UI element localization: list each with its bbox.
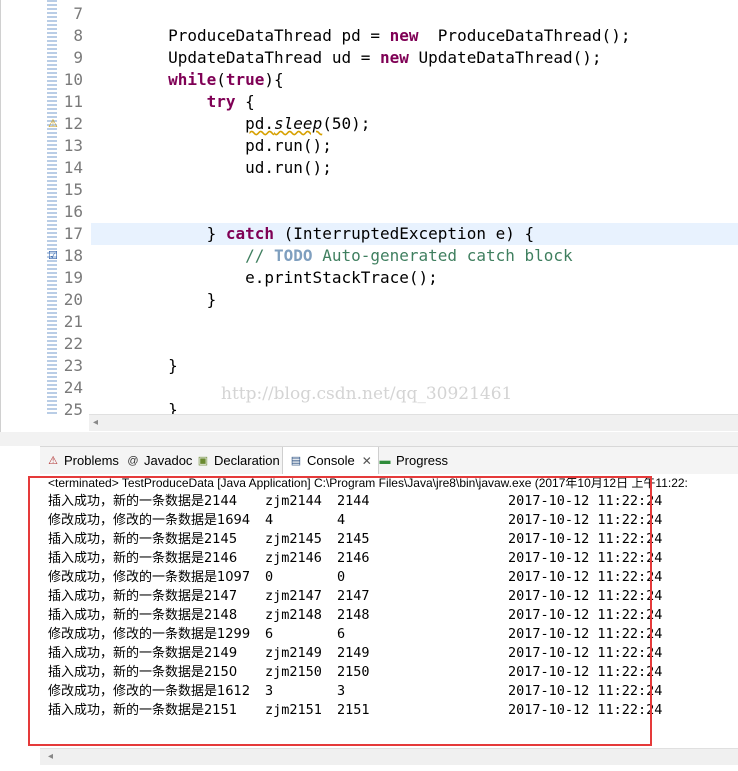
line-number: 25 (63, 400, 83, 419)
line-number: 12 (63, 114, 83, 133)
line-number: 20 (63, 290, 83, 309)
line-number: 10 (63, 70, 83, 89)
tab-label: Javadoc (144, 453, 193, 468)
left-panel-strip (1, 0, 41, 432)
tab-label: Declaration (214, 453, 280, 468)
code-area[interactable]: ProduceDataThread pd = new ProduceDataTh… (91, 0, 738, 419)
tab-javadoc[interactable]: @ Javadoc (126, 447, 192, 475)
line-number-gutter: 7 8 9 10 11 12 ⚠ 13 14 15 16 17 18 ☑ 19 20 21 22 23 24 25 (48, 0, 87, 419)
scroll-left-arrow-icon[interactable]: ◂ (48, 749, 53, 765)
declaration-icon: ▣ (197, 455, 209, 467)
line-number: 14 (63, 158, 83, 177)
line-number: 13 (63, 136, 83, 155)
editor-horizontal-scrollbar[interactable]: ◂ (89, 414, 738, 431)
code-line[interactable]: } catch (InterruptedException e) { (91, 223, 535, 245)
watermark: http://blog.csdn.net/qq_30921461 (221, 384, 513, 404)
overview-ruler (47, 0, 57, 414)
tab-label: Problems (64, 453, 119, 468)
line-number: 22 (63, 334, 83, 353)
tab-console[interactable]: ▤ Console ✕ (282, 447, 379, 476)
code-line[interactable]: while(true){ (91, 69, 284, 91)
code-line[interactable]: } (91, 355, 178, 377)
panel-separator (0, 432, 738, 446)
line-number: 16 (63, 202, 83, 221)
console-horizontal-scrollbar[interactable]: ◂ (40, 748, 738, 765)
line-number: 19 (63, 268, 83, 287)
progress-icon: ▬ (379, 455, 391, 467)
close-icon[interactable]: ✕ (362, 447, 372, 475)
code-line[interactable]: ud.run(); (91, 157, 332, 179)
line-number: 18 (63, 246, 83, 265)
task-marker-icon[interactable]: ☑ (48, 250, 60, 262)
code-line[interactable]: // TODO Auto-generated catch block (91, 245, 573, 267)
line-number: 11 (63, 92, 83, 111)
line-number: 8 (73, 26, 83, 45)
code-line[interactable]: pd.sleep(50); (91, 113, 370, 135)
line-number: 7 (73, 4, 83, 23)
warning-marker-icon[interactable]: ⚠ (48, 118, 60, 130)
line-number: 17 (63, 224, 83, 243)
tab-problems[interactable]: ⚠ Problems (46, 447, 119, 475)
code-line[interactable]: } (91, 289, 217, 311)
code-line[interactable]: ProduceDataThread pd = new ProduceDataTh… (91, 25, 630, 47)
code-line[interactable]: UpdateDataThread ud = new UpdateDataThre… (91, 47, 601, 69)
tab-declaration[interactable]: ▣ Declaration (196, 447, 280, 475)
tab-label: Progress (396, 453, 449, 468)
line-number: 24 (63, 378, 83, 397)
code-line[interactable]: try { (91, 91, 255, 113)
tab-progress[interactable]: ▬ Progress (378, 447, 449, 475)
line-number: 21 (63, 312, 83, 331)
view-tab-bar: ⚠ Problems @ Javadoc ▣ Declaration ▤ Con… (40, 446, 738, 476)
code-line[interactable]: e.printStackTrace(); (91, 267, 438, 289)
javadoc-icon: @ (127, 455, 139, 467)
line-number: 23 (63, 356, 83, 375)
code-line[interactable]: pd.run(); (91, 135, 332, 157)
line-number: 15 (63, 180, 83, 199)
scroll-left-arrow-icon[interactable]: ◂ (93, 415, 98, 431)
console-icon: ▤ (290, 455, 302, 467)
tab-label: Console (307, 453, 355, 468)
line-number: 9 (73, 48, 83, 67)
code-editor[interactable]: 7 8 9 10 11 12 ⚠ 13 14 15 16 17 18 ☑ 19 20 21 22 23 24 25 Pr… (0, 0, 738, 432)
problems-icon: ⚠ (48, 455, 58, 467)
annotation-highlight-box (28, 476, 652, 746)
